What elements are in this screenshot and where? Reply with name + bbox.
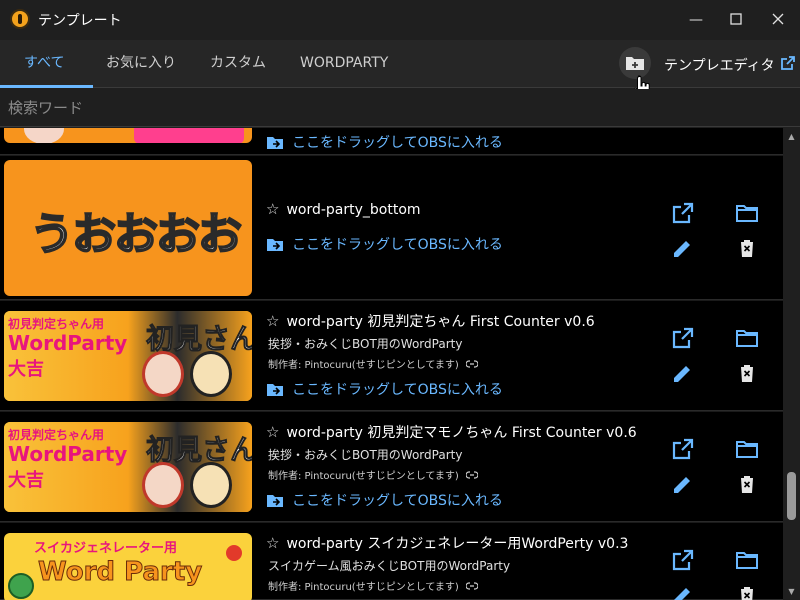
drag-to-obs-label: ここをドラッグしてOBSに入れる <box>292 135 503 151</box>
drag-to-obs-link[interactable]: ここをドラッグしてOBSに入れる <box>266 490 503 510</box>
link-icon[interactable] <box>465 471 479 479</box>
drag-to-obs-icon <box>267 495 283 507</box>
template-title-row: ☆ word-party_bottom <box>266 200 421 218</box>
template-title-row: ☆ word-party スイカジェネレーター用WordPerty v0.3 <box>266 533 628 553</box>
thumbnail-art-text: うおおおお <box>29 208 243 261</box>
template-title-row: ☆ word-party 初見判定マモノちゃん First Counter v0… <box>266 422 637 442</box>
drag-to-obs-link[interactable]: ここをドラッグしてOBSに入れる <box>266 379 503 399</box>
app-logo-icon <box>10 9 30 29</box>
folder-icon[interactable] <box>735 201 759 225</box>
scroll-thumb[interactable] <box>787 472 796 520</box>
drag-to-obs-label: ここをドラッグしてOBSに入れる <box>292 237 503 253</box>
thumbnail-art-text: 初見判定ちゃん用 <box>8 317 105 331</box>
window-title: テンプレート <box>38 13 122 29</box>
template-thumbnail: スイカジェネレーター用 Word Party <box>4 533 252 600</box>
open-in-new-icon[interactable] <box>671 201 695 225</box>
tab-favorites[interactable]: お気に入り <box>106 40 176 88</box>
delete-icon[interactable] <box>735 472 759 496</box>
open-in-new-icon[interactable] <box>671 548 695 572</box>
template-thumbnail: うおおおお <box>4 160 252 296</box>
template-description: 挨拶・おみくじBOT用のWordParty <box>268 337 463 351</box>
title-bar: テンプレート — <box>0 0 800 40</box>
thumbnail-art-text: Word Party <box>37 557 203 588</box>
thumbnail-art-text: 大吉 <box>8 359 44 380</box>
thumbnail-art-text: 大吉 <box>8 470 44 491</box>
list-item[interactable]: うおおおお ☆ word-party_bottom ここをドラッグしてOBSに入… <box>0 156 783 300</box>
star-outline-icon[interactable]: ☆ <box>266 534 282 552</box>
edit-icon[interactable] <box>671 361 695 385</box>
template-title: word-party スイカジェネレーター用WordPerty v0.3 <box>286 536 629 552</box>
tab-custom[interactable]: カスタム <box>210 40 266 88</box>
folder-icon[interactable] <box>735 326 759 350</box>
thumbnail-art-text: スイカジェネレーター用 <box>34 541 178 556</box>
tab-wordparty[interactable]: WORDPARTY <box>300 40 388 88</box>
template-author: 制作者: Pintocuru(せすじピンとしてます) <box>268 356 479 371</box>
maximize-icon[interactable] <box>716 4 756 36</box>
edit-icon[interactable] <box>671 472 695 496</box>
list-item[interactable]: スイカジェネレーター用 Word Party ☆ word-party スイカジ… <box>0 523 783 600</box>
template-description: スイカゲーム風おみくじBOT用のWordParty <box>268 559 511 573</box>
list-item[interactable]: 初見判定ちゃん用 WordParty 大吉 初見さん ☆ word-party … <box>0 301 783 411</box>
thumbnail-art-text: 初見判定ちゃん用 <box>8 428 105 442</box>
link-icon[interactable] <box>465 360 479 368</box>
delete-icon[interactable] <box>735 361 759 385</box>
star-outline-icon[interactable]: ☆ <box>266 423 282 441</box>
template-window: テンプレート — すべて お気に入り カスタム WORDPARTY テンプレエデ… <box>0 0 800 600</box>
star-outline-icon[interactable]: ☆ <box>266 200 282 218</box>
template-author: 制作者: Pintocuru(せすじピンとしてます) <box>268 467 479 482</box>
thumbnail-art-text: WordParty <box>8 442 128 466</box>
link-icon[interactable] <box>465 582 479 590</box>
template-title: word-party 初見判定ちゃん First Counter v0.6 <box>286 314 595 330</box>
folder-icon[interactable] <box>735 548 759 572</box>
list-scrollbar[interactable]: ▲ ▼ <box>783 128 800 600</box>
search-bar <box>0 89 800 127</box>
open-in-new-icon[interactable] <box>780 55 796 71</box>
delete-icon[interactable] <box>735 583 759 600</box>
scroll-down-icon[interactable]: ▼ <box>787 587 796 596</box>
drag-to-obs-icon <box>267 137 283 149</box>
template-description: 挨拶・おみくじBOT用のWordParty <box>268 448 463 462</box>
template-title: word-party 初見判定マモノちゃん First Counter v0.6 <box>286 425 637 441</box>
template-thumbnail <box>4 128 252 143</box>
drag-to-obs-icon <box>267 384 283 396</box>
tab-all[interactable]: すべて <box>24 40 64 88</box>
drag-to-obs-icon <box>267 239 283 251</box>
open-in-new-icon[interactable] <box>671 326 695 350</box>
star-outline-icon[interactable]: ☆ <box>266 312 282 330</box>
template-editor-link[interactable]: テンプレエディタ <box>664 55 775 75</box>
template-author: 制作者: Pintocuru(せすじピンとしてます) <box>268 578 479 593</box>
template-list: ここをドラッグしてOBSに入れる うおおおお ☆ word-party_bott… <box>0 128 783 600</box>
list-item-partial[interactable]: ここをドラッグしてOBSに入れる <box>0 128 783 155</box>
template-title-row: ☆ word-party 初見判定ちゃん First Counter v0.6 <box>266 311 595 331</box>
list-item[interactable]: 初見判定ちゃん用 WordParty 大吉 初見さん ☆ word-party … <box>0 412 783 522</box>
drag-to-obs-link[interactable]: ここをドラッグしてOBSに入れる <box>266 234 503 254</box>
active-tab-indicator <box>0 85 93 88</box>
edit-icon[interactable] <box>671 583 695 600</box>
author-name: 制作者: Pintocuru(せすじピンとしてます) <box>268 471 459 482</box>
folder-icon[interactable] <box>735 437 759 461</box>
minimize-icon[interactable]: — <box>676 4 716 36</box>
edit-icon[interactable] <box>671 236 695 260</box>
template-title: word-party_bottom <box>286 202 421 218</box>
template-thumbnail: 初見判定ちゃん用 WordParty 大吉 初見さん <box>4 422 252 512</box>
delete-icon[interactable] <box>735 236 759 260</box>
drag-to-obs-link[interactable]: ここをドラッグしてOBSに入れる <box>266 132 503 152</box>
drag-to-obs-label: ここをドラッグしてOBSに入れる <box>292 493 503 509</box>
search-input[interactable] <box>0 89 780 126</box>
drag-to-obs-label: ここをドラッグしてOBSに入れる <box>292 382 503 398</box>
author-name: 制作者: Pintocuru(せすじピンとしてます) <box>268 360 459 371</box>
close-icon[interactable] <box>758 4 798 36</box>
author-name: 制作者: Pintocuru(せすじピンとしてます) <box>268 582 459 593</box>
scroll-up-icon[interactable]: ▲ <box>787 132 796 141</box>
open-in-new-icon[interactable] <box>671 437 695 461</box>
template-thumbnail: 初見判定ちゃん用 WordParty 大吉 初見さん <box>4 311 252 401</box>
thumbnail-art-text: WordParty <box>8 331 128 355</box>
